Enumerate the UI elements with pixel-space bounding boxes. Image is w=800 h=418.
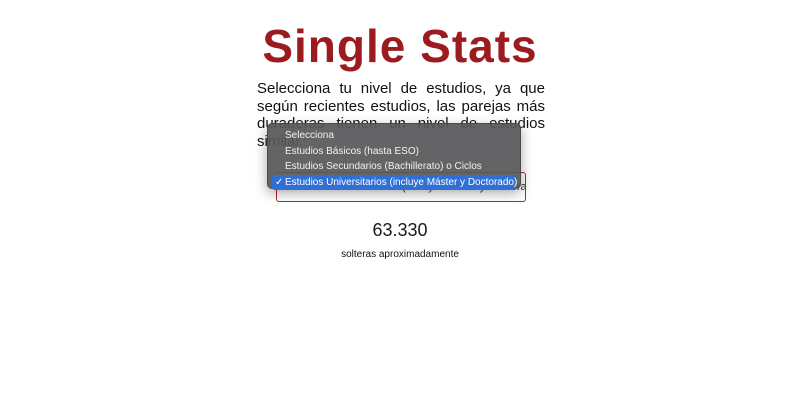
dropdown-option-selecciona[interactable]: Selecciona: [272, 128, 516, 144]
dropdown-option-estudios-basicos[interactable]: Estudios Básicos (hasta ESO): [272, 144, 516, 160]
page-title: Single Stats: [262, 20, 538, 72]
dropdown-option-estudios-secundarios[interactable]: Estudios Secundarios (Bachillerato) o Ci…: [272, 159, 516, 175]
option-label: Estudios Básicos (hasta ESO): [285, 145, 419, 157]
education-dropdown-menu[interactable]: Selecciona Estudios Básicos (hasta ESO) …: [267, 123, 521, 190]
checkmark-icon: ✓: [275, 176, 284, 188]
singles-count: 63.330: [372, 220, 428, 240]
option-label: Estudios Secundarios (Bachillerato) o Ci…: [285, 161, 482, 172]
option-label: Selecciona: [285, 130, 334, 141]
dropdown-option-estudios-universitarios[interactable]: ✓ Estudios Universitarios (incluye Máste…: [272, 174, 518, 190]
option-label: Estudios Universitarios (incluye Máster …: [285, 176, 518, 188]
singles-count-caption: solteras aproximadamente: [341, 249, 459, 260]
